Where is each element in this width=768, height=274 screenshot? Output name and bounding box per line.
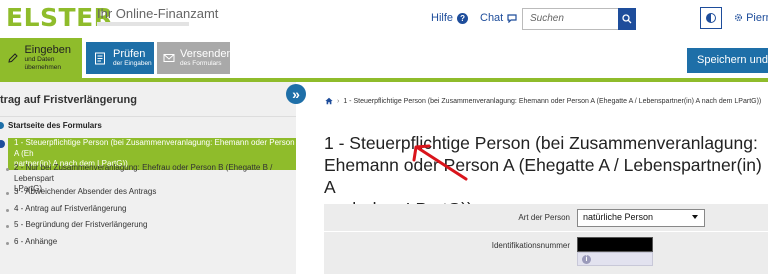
sidebar-item-4[interactable]: 4 - Antrag auf Fristverlängerung bbox=[8, 204, 296, 215]
envelope-icon bbox=[163, 50, 175, 66]
versenden-title: Versenden bbox=[180, 48, 233, 60]
home-icon[interactable] bbox=[325, 97, 333, 105]
step-eingeben-button[interactable]: Eingeben und Daten übernehmen bbox=[0, 38, 82, 78]
annotation-arrow-icon bbox=[412, 144, 468, 181]
contrast-icon bbox=[706, 13, 716, 23]
help-link[interactable]: Hilfe ? bbox=[431, 12, 469, 24]
identifikationsnummer-label: Identifikationsnummer bbox=[491, 241, 570, 250]
user-menu[interactable]: Pierre bbox=[734, 12, 768, 24]
art-der-person-label: Art der Person bbox=[518, 213, 570, 222]
info-icon: i bbox=[582, 255, 591, 264]
pruefen-subtitle: der Eingaben bbox=[113, 60, 152, 67]
page-title-line: Ehemann oder Person A (Ehegatte A / Lebe… bbox=[324, 155, 762, 197]
pruefen-title: Prüfen bbox=[113, 48, 146, 60]
sidebar-item-label: 4 - Antrag auf Fristverlängerung bbox=[14, 204, 127, 213]
step-toolbar: Eingeben und Daten übernehmen Prüfen der… bbox=[0, 38, 768, 78]
pencil-icon bbox=[6, 50, 19, 66]
logo-underline bbox=[97, 22, 189, 26]
step-versenden-button[interactable]: Versenden des Formulars bbox=[157, 42, 233, 74]
sidebar-item-3[interactable]: 3 - Abweichender Absender des Antrags bbox=[8, 187, 296, 198]
step-pruefen-button[interactable]: Prüfen der Eingaben bbox=[86, 42, 154, 74]
breadcrumb: › 1 - Steuerpflichtige Person (bei Zusam… bbox=[325, 97, 761, 105]
breadcrumb-separator-icon: › bbox=[337, 97, 340, 105]
app-root: ELSTER Ihr Online-Finanzamt Hilfe ? Chat… bbox=[0, 0, 768, 274]
chat-link[interactable]: Chat bbox=[480, 12, 517, 24]
sidebar-item-label: 3 - Abweichender Absender des Antrags bbox=[14, 187, 157, 196]
sidebar-item-label: 2 - Nur bei Zusammenveranlagung: Ehefrau… bbox=[14, 163, 273, 183]
search-input[interactable]: Suchen bbox=[522, 8, 618, 30]
save-and-continue-button[interactable]: Speichern und For bbox=[687, 48, 768, 73]
caret-down-icon bbox=[692, 215, 698, 219]
sidebar-item-5[interactable]: 5 - Begründung der Fristverlängerung bbox=[8, 220, 296, 231]
sidebar-item-6[interactable]: 6 - Anhänge bbox=[8, 237, 296, 248]
sidebar-item-label: 1 - Steuerpflichtige Person (bei Zusamme… bbox=[14, 138, 295, 158]
main-content: › 1 - Steuerpflichtige Person (bei Zusam… bbox=[296, 82, 768, 274]
versenden-subtitle: des Formulars bbox=[180, 60, 222, 67]
gear-icon bbox=[734, 13, 743, 22]
eingeben-title: Eingeben bbox=[24, 44, 71, 56]
form-section: Art der Person natürliche Person Identif… bbox=[324, 204, 768, 274]
sidebar-divider bbox=[0, 116, 296, 117]
user-name: Pierre bbox=[746, 12, 768, 24]
chat-bubble-icon bbox=[507, 13, 517, 23]
sidebar-item-start[interactable]: Startseite des Formulars bbox=[8, 121, 102, 130]
checklist-icon bbox=[92, 50, 108, 66]
art-der-person-select[interactable]: natürliche Person bbox=[577, 209, 705, 227]
chat-label: Chat bbox=[480, 12, 504, 24]
contrast-toggle-button[interactable] bbox=[700, 7, 722, 29]
search-icon bbox=[622, 14, 632, 24]
eingeben-subtitle: und Daten übernehmen bbox=[24, 56, 61, 71]
breadcrumb-current: 1 - Steuerpflichtige Person (bei Zusamme… bbox=[343, 97, 762, 105]
identifikationsnummer-input[interactable] bbox=[577, 237, 653, 252]
question-icon: ? bbox=[457, 12, 469, 24]
logo-subtitle: Ihr Online-Finanzamt bbox=[97, 6, 219, 21]
sidebar-title: trag auf Fristverlängerung bbox=[0, 94, 137, 106]
select-value: natürliche Person bbox=[583, 212, 654, 222]
info-hint-button[interactable]: i bbox=[577, 252, 653, 266]
double-chevron-right-icon: » bbox=[292, 86, 300, 102]
sidebar-item-label: 6 - Anhänge bbox=[14, 237, 58, 246]
page-title-line: 1 - Steuerpflichtige Person (bei Zusamme… bbox=[324, 133, 758, 153]
sidebar-item-label: 5 - Begründung der Fristverlängerung bbox=[14, 220, 148, 229]
help-label: Hilfe bbox=[431, 12, 454, 24]
search-button[interactable] bbox=[618, 8, 636, 30]
top-header: ELSTER Ihr Online-Finanzamt Hilfe ? Chat… bbox=[0, 0, 768, 38]
sidebar-collapse-toggle[interactable]: » bbox=[286, 84, 306, 104]
